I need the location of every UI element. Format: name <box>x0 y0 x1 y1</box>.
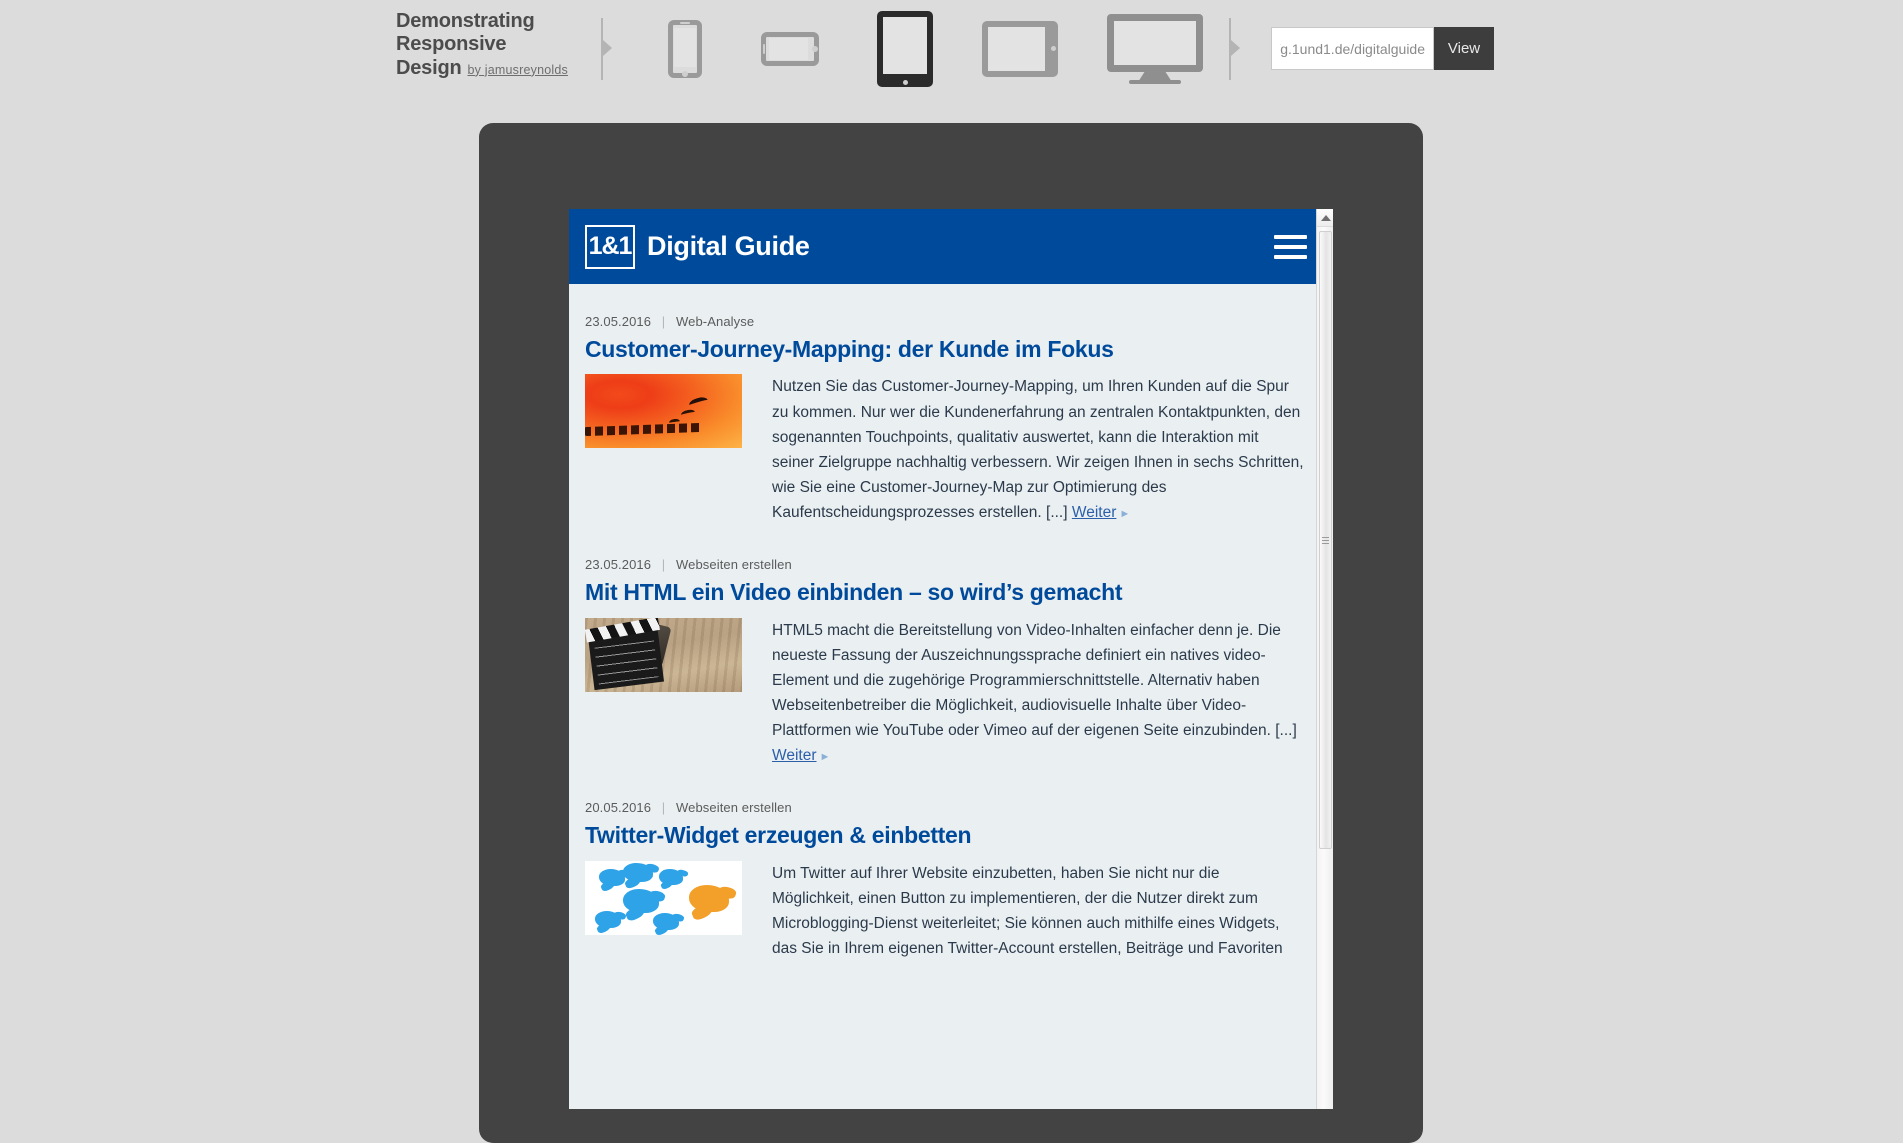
article-item: 20.05.2016 | Webseiten erstellen Twitter… <box>585 800 1305 961</box>
view-button[interactable]: View <box>1434 27 1494 70</box>
toolbar-divider-left <box>601 18 615 80</box>
twitter-bird-shape <box>659 868 683 885</box>
meta-separator: | <box>661 800 666 816</box>
read-more-caret-icon: ► <box>819 751 831 764</box>
device-phone-portrait-button[interactable] <box>640 0 730 97</box>
viewport-scrollbar[interactable] <box>1316 209 1333 1109</box>
monitor-base <box>1129 79 1181 84</box>
article-headline[interactable]: Customer-Journey-Mapping: der Kunde im F… <box>585 336 1305 362</box>
toolbar-divider-right <box>1229 18 1243 80</box>
hamburger-bar-1 <box>1274 234 1307 239</box>
device-preview-frame: 1&1 Digital Guide 23.05.2016 | Web-Analy… <box>479 123 1423 1143</box>
scrollbar-thumb[interactable] <box>1319 231 1332 849</box>
clapper-lines <box>594 639 659 685</box>
device-tablet-portrait-button[interactable] <box>855 0 955 97</box>
read-more-caret-icon: ► <box>1119 507 1131 520</box>
byline-wrapper: by jamusreynolds <box>467 57 567 80</box>
read-more-link[interactable]: Weiter <box>1072 504 1117 521</box>
article-meta: 23.05.2016 | Webseiten erstellen <box>585 557 1305 572</box>
article-date: 20.05.2016 <box>585 800 652 816</box>
excerpt-ellipsis: [...] <box>1275 721 1297 739</box>
sunset-chain-birds-image <box>585 374 742 449</box>
chain-shape <box>585 423 704 437</box>
article-list: 23.05.2016 | Web-Analyse Customer-Journe… <box>569 284 1333 961</box>
twitter-bird-shape <box>599 868 625 886</box>
up-arrow-glyph <box>1320 214 1331 221</box>
brand-line-3-row: Design by jamusreynolds <box>396 57 606 80</box>
tablet-landscape-screen <box>988 26 1045 71</box>
tablet-landscape-icon <box>982 20 1058 77</box>
twitter-bird-shape <box>623 888 659 913</box>
phone-portrait-icon <box>668 19 702 78</box>
brand-line-2: Responsive <box>396 33 507 56</box>
article-body: HTML5 macht die Bereitstellung von Video… <box>585 617 1305 769</box>
article-item: 23.05.2016 | Webseiten erstellen Mit HTM… <box>585 557 1305 768</box>
device-phone-landscape-button[interactable] <box>740 0 840 97</box>
tablet-portrait-icon <box>877 10 933 87</box>
device-selector <box>640 0 1220 97</box>
brand-line-3: Design <box>396 56 462 79</box>
meta-separator: | <box>661 314 666 329</box>
brand-line-1: Demonstrating <box>396 10 535 32</box>
article-excerpt: HTML5 macht die Bereitstellung von Video… <box>772 618 1305 769</box>
url-input[interactable] <box>1271 27 1434 70</box>
article-meta: 20.05.2016 | Webseiten erstellen <box>585 800 1305 815</box>
article-item: 23.05.2016 | Web-Analyse Customer-Journe… <box>585 314 1305 525</box>
top-toolbar: Demonstrating Responsive Design by jamus… <box>0 0 1903 97</box>
bird-shape <box>688 395 709 410</box>
tablet-portrait-screen <box>883 16 927 74</box>
site-title: Digital Guide <box>647 231 810 261</box>
url-bar: View <box>1271 27 1494 70</box>
article-category[interactable]: Webseiten erstellen <box>676 800 792 815</box>
phone-landscape-screen <box>769 37 808 60</box>
phone-portrait-screen <box>674 27 696 67</box>
device-tablet-landscape-button[interactable] <box>965 0 1075 97</box>
site-viewport: 1&1 Digital Guide 23.05.2016 | Web-Analy… <box>569 209 1333 1109</box>
article-thumbnail[interactable] <box>585 374 742 449</box>
app-brand: Demonstrating Responsive Design by jamus… <box>396 10 606 80</box>
excerpt-text: Nutzen Sie das Customer-Journey-Mapping,… <box>772 378 1304 521</box>
divider-arrow <box>1231 40 1240 56</box>
hamburger-menu-icon[interactable] <box>1274 229 1307 265</box>
article-category[interactable]: Web-Analyse <box>676 314 754 329</box>
divider-arrow <box>603 40 612 56</box>
twitter-bird-shape <box>595 910 621 928</box>
excerpt-text: HTML5 macht die Bereitstellung von Video… <box>772 621 1281 739</box>
twitter-bird-shape <box>623 862 653 882</box>
meta-separator: | <box>661 557 666 573</box>
article-date: 23.05.2016 <box>585 557 652 573</box>
clapperboard-wood-image <box>585 617 742 692</box>
bird-shape <box>680 409 696 419</box>
article-headline[interactable]: Mit HTML ein Video einbinden – so wird’s… <box>585 579 1305 605</box>
excerpt-text: Um Twitter auf Ihrer Website einzubetten… <box>772 864 1283 957</box>
phone-landscape-icon <box>761 31 819 66</box>
excerpt-ellipsis: [...] <box>1046 503 1068 521</box>
article-body: Nutzen Sie das Customer-Journey-Mapping,… <box>585 374 1305 525</box>
monitor-screen <box>1107 13 1203 72</box>
article-thumbnail[interactable] <box>585 617 742 692</box>
article-excerpt: Nutzen Sie das Customer-Journey-Mapping,… <box>772 374 1305 525</box>
article-excerpt: Um Twitter auf Ihrer Website einzubetten… <box>772 861 1305 961</box>
twitter-birds-image <box>585 860 742 935</box>
article-date: 23.05.2016 <box>585 314 652 329</box>
brand-logo-1und1[interactable]: 1&1 <box>585 224 635 269</box>
read-more-link[interactable]: Weiter <box>772 747 817 764</box>
site-header: 1&1 Digital Guide <box>569 209 1333 284</box>
article-body: Um Twitter auf Ihrer Website einzubetten… <box>585 860 1305 961</box>
device-desktop-button[interactable] <box>1090 0 1220 97</box>
author-byline-link[interactable]: by jamusreynolds <box>467 63 567 77</box>
scrollbar-up-arrow-icon[interactable] <box>1317 209 1333 227</box>
scrollbar-grip-icon <box>1322 536 1329 544</box>
twitter-bird-shape-orange <box>689 884 729 912</box>
article-headline[interactable]: Twitter-Widget erzeugen & einbetten <box>585 822 1305 848</box>
article-category[interactable]: Webseiten erstellen <box>676 557 792 572</box>
desktop-monitor-icon <box>1107 13 1203 84</box>
article-meta: 23.05.2016 | Web-Analyse <box>585 314 1305 329</box>
twitter-bird-shape <box>653 912 679 930</box>
hamburger-bar-2 <box>1274 244 1307 249</box>
hamburger-bar-3 <box>1274 254 1307 259</box>
clapperboard-shape <box>587 627 665 690</box>
article-thumbnail[interactable] <box>585 860 742 935</box>
